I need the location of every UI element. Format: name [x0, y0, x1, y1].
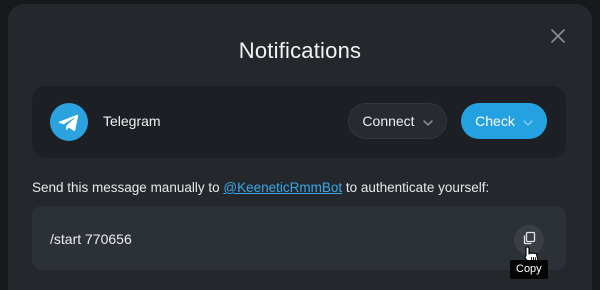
notifications-modal: Notifications Telegram Connect Check Sen…	[8, 4, 592, 290]
instruction-suffix: to authenticate yourself:	[342, 180, 490, 195]
telegram-icon	[50, 103, 88, 141]
copy-icon	[522, 231, 536, 250]
bot-link[interactable]: @KeeneticRmmBot	[223, 180, 342, 195]
copy-tooltip: Copy	[510, 260, 548, 279]
service-name: Telegram	[103, 113, 161, 129]
modal-title: Notifications	[238, 38, 362, 63]
auth-command: /start 770656	[50, 231, 132, 247]
check-button[interactable]: Check	[461, 103, 547, 139]
auth-code-box: /start 770656	[32, 206, 566, 270]
close-icon[interactable]	[550, 28, 566, 44]
copy-button[interactable]	[514, 225, 544, 255]
check-button-label: Check	[475, 113, 515, 129]
connect-button[interactable]: Connect	[348, 103, 447, 139]
chevron-down-icon	[422, 113, 433, 129]
telegram-service-card: Telegram Connect Check	[32, 86, 566, 158]
instruction-prefix: Send this message manually to	[32, 180, 224, 195]
instruction-text: Send this message manually to @KeeneticR…	[32, 180, 489, 195]
connect-button-label: Connect	[362, 113, 415, 129]
chevron-down-icon	[523, 113, 533, 129]
